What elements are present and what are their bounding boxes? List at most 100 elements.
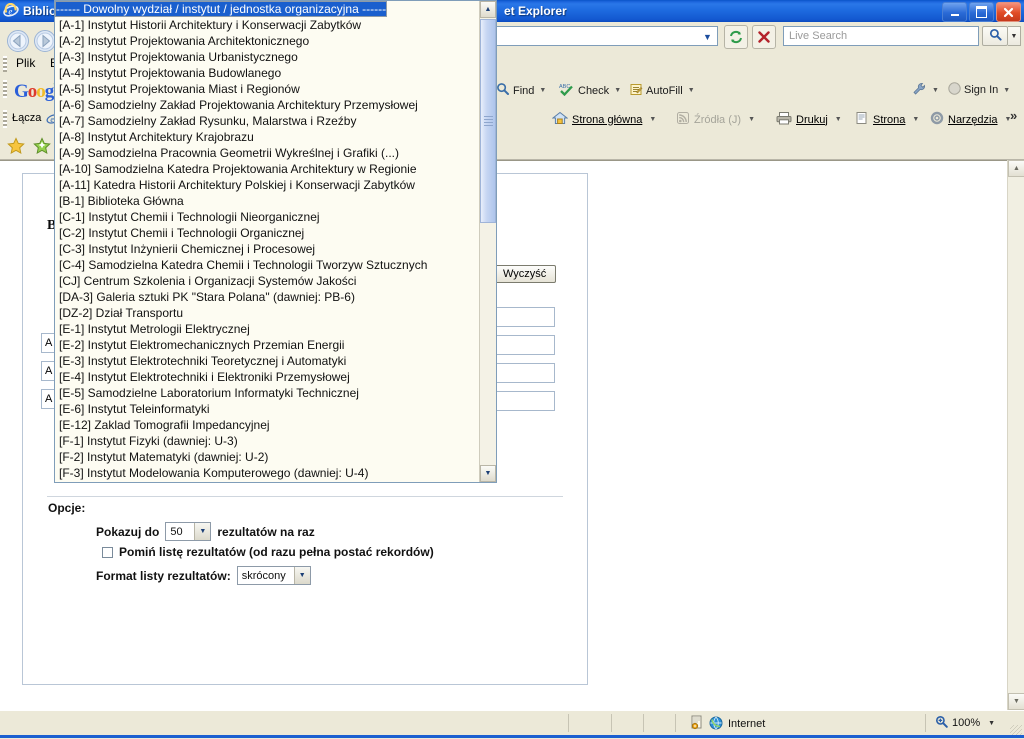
search-field-1[interactable]	[491, 307, 555, 327]
toolbar-overflow-button[interactable]: »	[1010, 108, 1017, 123]
dropdown-item[interactable]: [A-6] Samodzielny Zakład Projektowania A…	[55, 97, 481, 113]
page-button[interactable]: Strona ▼	[855, 111, 919, 128]
live-search-input[interactable]: Live Search	[783, 26, 979, 46]
chevron-down-icon[interactable]: ▼	[912, 116, 919, 123]
toolbar-grip[interactable]	[3, 56, 7, 72]
google-check-button[interactable]: ABC Check ▼	[559, 82, 621, 99]
dropdown-item[interactable]: [C-2] Instytut Chemii i Technologii Orga…	[55, 225, 481, 241]
dropdown-item[interactable]: [DA-3] Galeria sztuki PK "Stara Polana" …	[55, 289, 481, 305]
chevron-down-icon[interactable]: ▼	[1003, 87, 1010, 94]
google-settings-button[interactable]: ▼	[912, 82, 939, 99]
dropdown-item[interactable]: [C-4] Samodzielna Katedra Chemii i Techn…	[55, 257, 481, 273]
dropdown-item[interactable]: [A-2] Instytut Projektowania Architekton…	[55, 33, 481, 49]
form-row-4	[491, 391, 555, 411]
search-field-2[interactable]	[491, 335, 555, 355]
dropdown-item[interactable]: [E-6] Instytut Teleinformatyki	[55, 401, 481, 417]
dropdown-item[interactable]: [A-9] Samodzielna Pracownia Geometrii Wy…	[55, 145, 481, 161]
result-format-row: Format listy rezultatów: skrócony ▼	[96, 566, 311, 585]
dropdown-item[interactable]: [A-5] Instytut Projektowania Miast i Reg…	[55, 81, 481, 97]
scroll-down-button[interactable]: ▼	[1008, 693, 1024, 710]
dropdown-item[interactable]: [C-1] Instytut Chemii i Technologii Nieo…	[55, 209, 481, 225]
dropdown-item[interactable]: [E-4] Instytut Elektrotechniki i Elektro…	[55, 369, 481, 385]
dropdown-scroll-down-button[interactable]: ▼	[480, 465, 496, 482]
dropdown-item[interactable]: [A-8] Instytut Architektury Krajobrazu	[55, 129, 481, 145]
dropdown-item[interactable]: [A-1] Instytut Historii Architektury i K…	[55, 17, 481, 33]
dropdown-item[interactable]: [E-3] Instytut Elektrotechniki Teoretycz…	[55, 353, 481, 369]
google-signin-label: Sign In	[964, 84, 999, 96]
tools-label: Narzędzia	[948, 113, 998, 126]
home-button[interactable]: Strona główna ▼	[551, 111, 656, 128]
tools-button[interactable]: Narzędzia ▼	[930, 111, 1011, 128]
window-controls	[942, 2, 1021, 22]
skip-list-checkbox[interactable]	[102, 546, 113, 558]
feeds-button[interactable]: Źródła (J) ▼	[676, 111, 755, 128]
dropdown-item[interactable]: [C-3] Instytut Inżynierii Chemicznej i P…	[55, 241, 481, 257]
chevron-down-icon[interactable]: ▼	[688, 87, 695, 94]
chevron-down-icon[interactable]: ▼	[748, 116, 755, 123]
chevron-down-icon[interactable]: ▼	[835, 116, 842, 123]
home-icon	[551, 111, 569, 128]
chevron-down-icon[interactable]: ▼	[649, 116, 656, 123]
zoom-control[interactable]: 100% ▼	[935, 715, 995, 731]
dropdown-item[interactable]: [A-10] Samodzielna Katedra Projektowania…	[55, 161, 481, 177]
scroll-up-button[interactable]: ▲	[1008, 160, 1024, 177]
google-toolbar-grip[interactable]	[3, 80, 7, 98]
dropdown-item[interactable]: [DZ-2] Dział Transportu	[55, 305, 481, 321]
chevron-down-icon: ▼	[293, 567, 310, 584]
refresh-button[interactable]	[724, 25, 748, 49]
dropdown-item[interactable]: [E-2] Instytut Elektromechanicznych Prze…	[55, 337, 481, 353]
stop-button[interactable]	[752, 25, 776, 49]
organizational-unit-dropdown[interactable]: ------ Dowolny wydział / instytut / jedn…	[54, 0, 497, 483]
window-title-tail: et Explorer	[504, 4, 567, 18]
dropdown-item[interactable]: [A-3] Instytut Projektowania Urbanistycz…	[55, 49, 481, 65]
dropdown-item[interactable]: [F-1] Instytut Fizyki (dawniej: U-3)	[55, 433, 481, 449]
star-icon[interactable]	[7, 137, 25, 158]
google-autofill-button[interactable]: AutoFill ▼	[629, 82, 695, 99]
links-grip[interactable]	[3, 110, 7, 128]
print-button[interactable]: Drukuj ▼	[776, 111, 842, 128]
result-format-select[interactable]: skrócony ▼	[236, 566, 311, 585]
status-separator	[675, 714, 676, 732]
maximize-button[interactable]	[969, 2, 994, 22]
dropdown-scrollbar[interactable]: ▲ ▼	[479, 1, 496, 482]
form-row-3	[491, 363, 555, 383]
chevron-down-icon[interactable]: ▼	[932, 87, 939, 94]
gear-icon	[930, 111, 944, 128]
dropdown-item[interactable]: [E-12] Zaklad Tomografii Impedancyjnej	[55, 417, 481, 433]
search-field-4[interactable]	[491, 391, 555, 411]
dropdown-item[interactable]: [CJ] Centrum Szkolenia i Organizacji Sys…	[55, 273, 481, 289]
results-per-page-select[interactable]: 50 ▼	[165, 522, 212, 541]
dropdown-item[interactable]: [E-1] Instytut Metrologii Elektrycznej	[55, 321, 481, 337]
page-scrollbar[interactable]: ▲ ▼	[1007, 160, 1024, 710]
skip-list-row: Pomiń listę rezultatów (od razu pełna po…	[102, 545, 434, 559]
dropdown-item[interactable]: [A-7] Samodzielny Zakład Rysunku, Malars…	[55, 113, 481, 129]
dropdown-item[interactable]: [A-11] Katedra Historii Architektury Pol…	[55, 177, 481, 193]
search-provider-dropdown[interactable]: ▼	[1008, 26, 1021, 46]
dropdown-item[interactable]: [F-2] Instytut Matematyki (dawniej: U-2)	[55, 449, 481, 465]
google-autofill-label: AutoFill	[646, 84, 683, 97]
security-zone-indicator[interactable]: Internet	[690, 715, 765, 733]
dropdown-item[interactable]: [E-5] Samodzielne Laboratorium Informaty…	[55, 385, 481, 401]
dropdown-scroll-up-button[interactable]: ▲	[480, 1, 496, 18]
google-signin-button[interactable]: Sign In ▼	[948, 82, 1010, 98]
chevron-down-icon[interactable]: ▼	[614, 87, 621, 94]
shield-icon	[690, 715, 704, 733]
add-star-icon[interactable]	[33, 137, 51, 158]
menu-item-plik[interactable]: Plik	[16, 56, 35, 70]
dropdown-item-selected[interactable]: ------ Dowolny wydział / instytut / jedn…	[55, 1, 388, 17]
clear-button[interactable]: Wyczyść	[493, 265, 557, 283]
back-button[interactable]	[6, 29, 30, 55]
chevron-down-icon[interactable]: ▼	[539, 87, 546, 94]
address-dropdown-icon[interactable]: ▼	[700, 29, 715, 44]
search-go-button[interactable]	[982, 26, 1008, 46]
dropdown-item[interactable]: [B-1] Biblioteka Główna	[55, 193, 481, 209]
search-field-3[interactable]	[491, 363, 555, 383]
dropdown-item[interactable]: [A-4] Instytut Projektowania Budowlanego	[55, 65, 481, 81]
minimize-button[interactable]	[942, 2, 967, 22]
chevron-down-icon[interactable]: ▼	[988, 720, 995, 727]
google-find-button[interactable]: Find ▼	[496, 82, 546, 99]
address-input[interactable]: ▼	[496, 26, 718, 46]
close-button[interactable]	[996, 2, 1021, 22]
dropdown-scroll-thumb[interactable]	[480, 19, 496, 223]
dropdown-item[interactable]: [F-3] Instytut Modelowania Komputerowego…	[55, 465, 481, 481]
